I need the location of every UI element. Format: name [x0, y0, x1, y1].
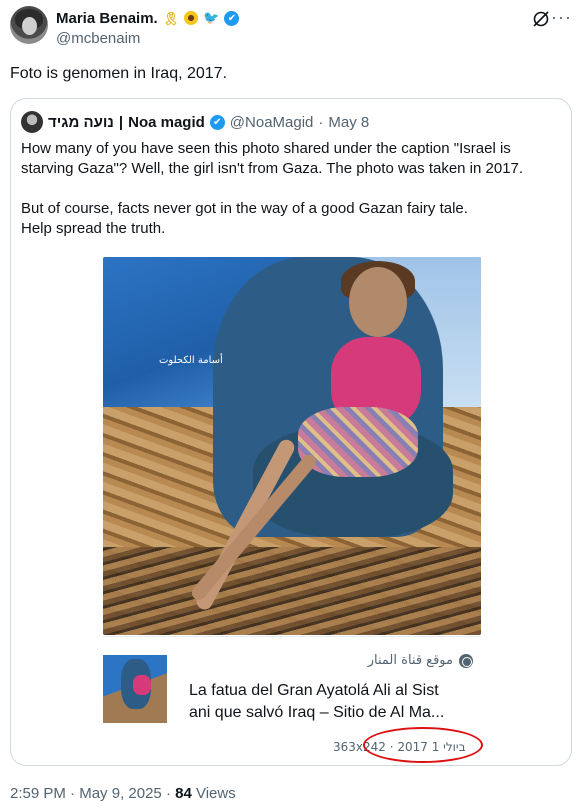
link-card-thumbnail — [103, 655, 167, 723]
link-card-title-line-2: ani que salvó Iraq – Sitio de Al Ma... — [189, 704, 445, 721]
tweet-text: Foto is genomen in Iraq, 2017. — [10, 65, 228, 82]
tweet-footer: 2:59 PM · May 9, 2025 · 84 Views — [10, 785, 236, 802]
link-card-source: موقع قناة المنار — [368, 653, 473, 668]
quote-name-latin: Noa magid — [128, 113, 205, 131]
globe-icon — [459, 653, 473, 668]
photo-watermark: أسامة الكحلوت — [159, 355, 223, 366]
grok-icon[interactable] — [532, 10, 550, 28]
quote-header: נועה מגיד | Noa magid ✔ @NoaMagid · May … — [21, 111, 369, 133]
author-handle[interactable]: @mcbenaim — [56, 30, 239, 47]
tweet-time[interactable]: 2:59 PM — [10, 785, 66, 802]
link-card-title[interactable]: La fatua del Gran Ayatolá Ali al Sist an… — [189, 680, 475, 724]
author-display-name[interactable]: Maria Benaim. — [56, 10, 158, 27]
yellow-ribbon-icon: 🎗 — [162, 10, 180, 26]
quoted-tweet[interactable]: נועה מגיד | Noa magid ✔ @NoaMagid · May … — [10, 98, 572, 766]
sunflower-icon — [184, 11, 199, 25]
quote-paragraph-2-line-2: Help spread the truth. — [21, 220, 166, 237]
link-card-title-line-1: La fatua del Gran Ayatolá Ali al Sist — [189, 682, 439, 699]
quote-paragraph-2-line-1: But of course, facts never got in the wa… — [21, 200, 468, 217]
quote-name-separator: | — [118, 113, 124, 131]
views-label: Views — [195, 785, 236, 802]
views-count: 84 — [175, 785, 192, 802]
quote-paragraph-1: How many of you have seen this photo sha… — [21, 140, 524, 177]
quote-avatar[interactable] — [21, 111, 43, 133]
author-avatar[interactable] — [10, 6, 48, 44]
quote-name-hebrew: נועה מגיד — [48, 113, 114, 131]
red-annotation-circle — [363, 727, 483, 763]
more-options-icon[interactable]: ··· — [551, 8, 572, 26]
quote-photo[interactable]: أسامة الكحلوت — [103, 257, 481, 635]
footer-dot-2: · — [165, 785, 171, 802]
quote-date: May 8 — [328, 113, 370, 131]
tweet-header: Maria Benaim. 🎗 🐦 ✔ @mcbenaim ··· — [10, 6, 572, 50]
bird-icon: 🐦 — [203, 10, 220, 25]
verified-badge-icon: ✔ — [209, 114, 225, 130]
verified-badge-icon: ✔ — [224, 10, 240, 26]
footer-dot-1: · — [70, 785, 76, 802]
author-display-name-row[interactable]: Maria Benaim. 🎗 🐦 ✔ — [56, 8, 240, 28]
quote-handle: @NoaMagid — [229, 113, 314, 131]
quote-text: How many of you have seen this photo sha… — [21, 139, 561, 239]
link-card-source-text: موقع قناة المنار — [367, 653, 453, 668]
quote-dot: · — [318, 113, 324, 131]
tweet-date[interactable]: May 9, 2025 — [79, 785, 162, 802]
author-names: Maria Benaim. 🎗 🐦 ✔ @mcbenaim — [56, 8, 240, 47]
